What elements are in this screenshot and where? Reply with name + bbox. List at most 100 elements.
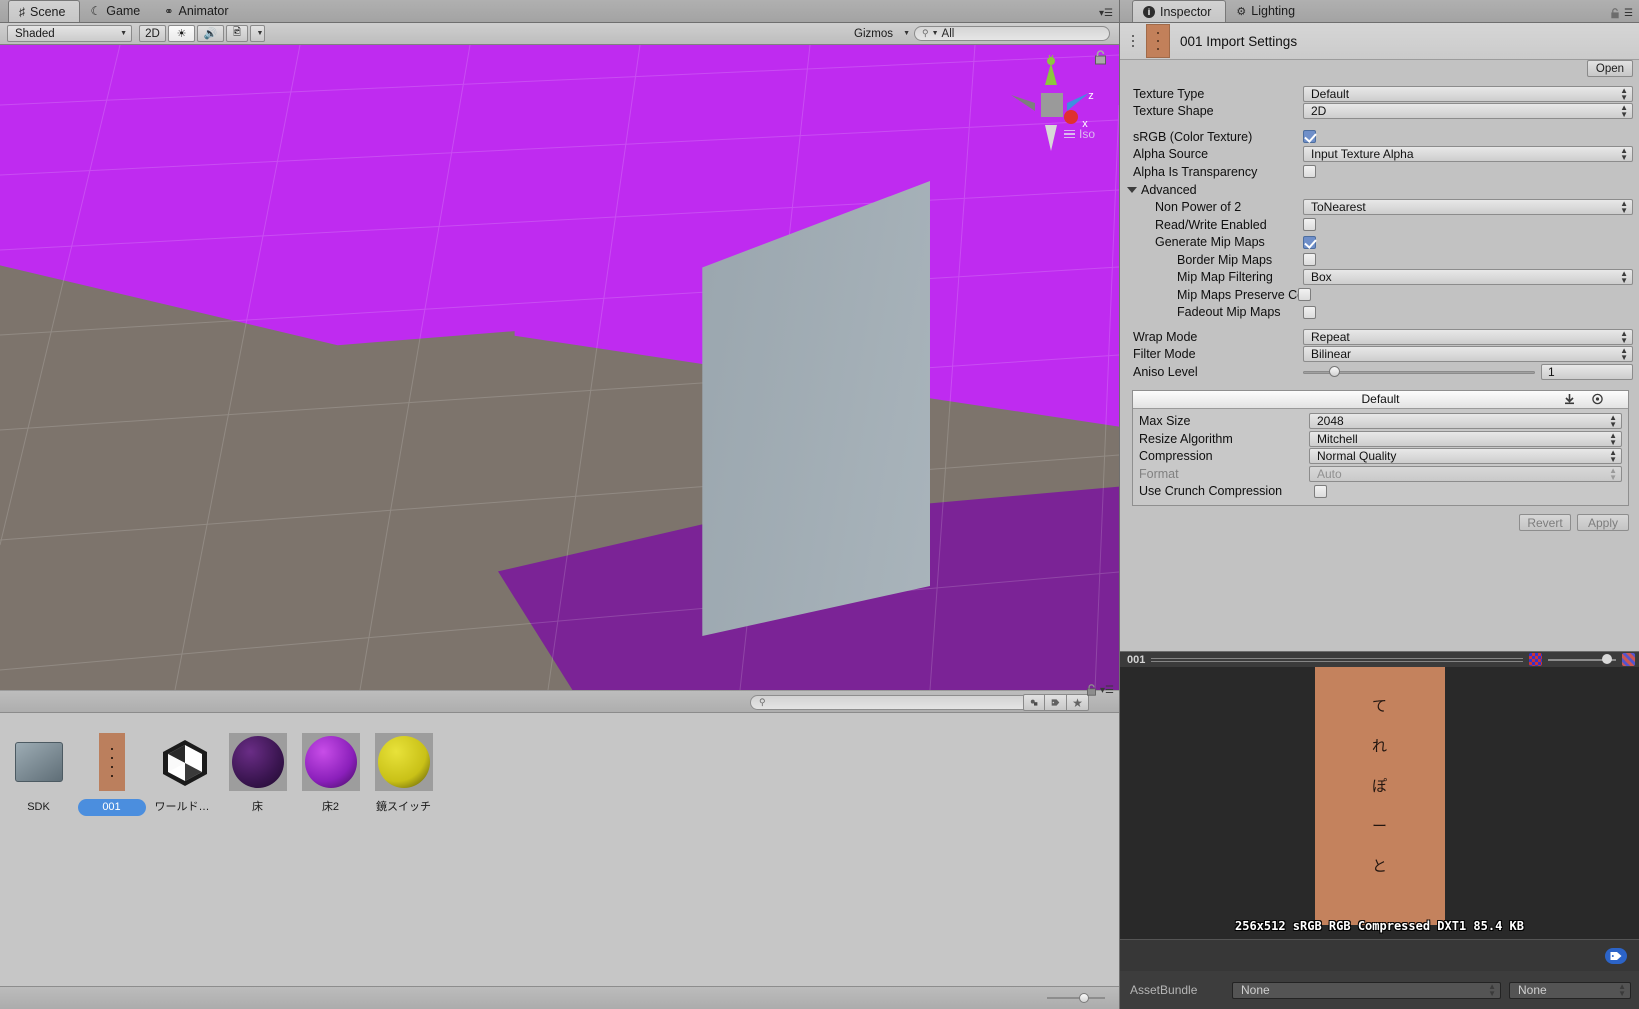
hamburger-menu-icon[interactable]: ▾☰ <box>1100 685 1114 696</box>
property-alpha-source[interactable]: Alpha Source Input Texture Alpha ▲ ▼ <box>1120 146 1639 164</box>
generate-mip-maps-checkbox[interactable] <box>1303 235 1316 249</box>
scene-menu-icon[interactable]: ▾☰ <box>1099 8 1113 19</box>
list-item[interactable]: ワールド作成... <box>148 733 221 816</box>
lock-icon[interactable] <box>1086 684 1097 696</box>
property-generate-mip-maps[interactable]: Generate Mip Maps <box>1120 234 1639 252</box>
tab-lighting[interactable]: ⚙ Lighting <box>1226 0 1309 22</box>
property-compression[interactable]: Compression Normal Quality ▲ ▼ <box>1133 448 1628 466</box>
slider-handle[interactable] <box>1602 653 1612 664</box>
wrap-mode-dropdown[interactable]: Repeat ▲ ▼ <box>1303 328 1633 345</box>
label-filter-icon <box>1051 699 1060 706</box>
property-wrap-mode[interactable]: Wrap Mode Repeat ▲ ▼ <box>1120 328 1639 346</box>
property-texture-type[interactable]: Texture Type Default ▲ ▼ <box>1120 85 1639 103</box>
project-favorite-button[interactable]: ★ <box>1067 694 1089 711</box>
property-max-size[interactable]: Max Size 2048 ▲ ▼ <box>1133 413 1628 431</box>
project-asset-grid[interactable]: SDK 001 ワールド作成 床 床2 鏡スイッチ <box>0 713 1119 986</box>
non-power-of-2-dropdown[interactable]: ToNearest ▲ ▼ <box>1303 199 1633 216</box>
scene-search-input[interactable]: ⚲ ▼ All <box>914 26 1110 41</box>
scene-orientation-gizmo[interactable]: y z x <box>1005 55 1097 160</box>
tab-game[interactable]: ☾ Game <box>80 0 154 22</box>
property-non-power-of-2[interactable]: Non Power of 2 ToNearest ▲ ▼ <box>1120 199 1639 217</box>
property-value: 2D <box>1311 104 1327 119</box>
project-object-filter-button[interactable] <box>1023 694 1045 711</box>
label-icon[interactable] <box>1605 947 1627 964</box>
scene-fx-button[interactable]: 🖻 <box>226 25 248 42</box>
shading-mode-dropdown[interactable]: Shaded ▼ <box>7 25 132 42</box>
assetbundle-name-dropdown[interactable]: None ▲ ▼ <box>1232 981 1501 999</box>
asset-label: SDK <box>27 801 50 813</box>
property-use-crunch-compression[interactable]: Use Crunch Compression <box>1133 483 1628 501</box>
read-write-enabled-checkbox[interactable] <box>1303 218 1316 232</box>
property-mip-map-filtering[interactable]: Mip Map Filtering Box ▲ ▼ <box>1120 269 1639 287</box>
property-border-mip-maps[interactable]: Border Mip Maps <box>1120 251 1639 269</box>
download-icon[interactable] <box>1560 391 1578 407</box>
aniso-value-input[interactable]: 1 <box>1541 363 1633 380</box>
slider-handle[interactable] <box>1079 993 1089 1003</box>
scene-audio-toggle[interactable]: 🔊 <box>197 25 224 42</box>
aniso-slider[interactable] <box>1303 365 1535 379</box>
preview-canvas[interactable]: て れ ぽ ー と 256x512 sRGB RGB Compressed DX… <box>1120 667 1639 939</box>
apply-button[interactable]: Apply <box>1577 514 1629 531</box>
property-alpha-is-transparency[interactable]: Alpha Is Transparency <box>1120 163 1639 181</box>
platform-icon[interactable] <box>1588 391 1606 407</box>
property-texture-shape[interactable]: Texture Shape 2D ▲ ▼ <box>1120 103 1639 121</box>
list-item[interactable]: 鏡スイッチ <box>367 733 440 816</box>
property-aniso-level[interactable]: Aniso Level 1 <box>1120 363 1639 381</box>
texture-type-dropdown[interactable]: Default ▲ ▼ <box>1303 85 1633 102</box>
border-mip-maps-checkbox[interactable] <box>1303 253 1316 267</box>
fadeout-mip-maps-checkbox[interactable] <box>1303 305 1316 319</box>
open-button[interactable]: Open <box>1587 60 1633 77</box>
slider-handle[interactable] <box>1329 365 1340 377</box>
property-mip-maps-preserve-coverage[interactable]: Mip Maps Preserve Cove <box>1120 286 1639 304</box>
gizmos-dropdown[interactable]: Gizmos ▼ <box>854 25 910 42</box>
property-resize-algorithm[interactable]: Resize Algorithm Mitchell ▲ ▼ <box>1133 430 1628 448</box>
project-label-filter-button[interactable] <box>1045 694 1067 711</box>
lock-icon[interactable] <box>1610 8 1620 19</box>
scene-fx-dropdown[interactable]: ▼ <box>250 25 265 42</box>
stepper-icon: ▲ ▼ <box>1620 85 1628 102</box>
resize-algorithm-dropdown[interactable]: Mitchell ▲ ▼ <box>1309 430 1622 447</box>
scene-lighting-toggle[interactable]: ☀ <box>168 25 195 42</box>
srgb-checkbox[interactable] <box>1303 130 1316 144</box>
tab-animator[interactable]: ⚭ Animator <box>154 0 242 22</box>
assetbundle-variant-dropdown[interactable]: None ▲ ▼ <box>1509 981 1631 999</box>
gamepad-icon: ☾ <box>90 4 102 18</box>
mip-maps-preserve-coverage-checkbox[interactable] <box>1298 288 1311 302</box>
mip-map-filtering-dropdown[interactable]: Box ▲ ▼ <box>1303 269 1633 286</box>
revert-button[interactable]: Revert <box>1519 514 1571 531</box>
tab-scene-label: Scene <box>30 4 66 19</box>
alpha-channel-icon[interactable] <box>1622 653 1635 666</box>
inspector-kebab-icon[interactable] <box>1130 35 1136 47</box>
property-label: Generate Mip Maps <box>1155 235 1265 250</box>
scene-projection-label[interactable]: Iso <box>1063 127 1095 141</box>
asset-thumbnail <box>301 733 360 791</box>
platform-tab-default[interactable]: Default <box>1361 392 1399 406</box>
max-size-dropdown[interactable]: 2048 ▲ ▼ <box>1309 413 1622 430</box>
mip-level-slider[interactable] <box>1548 653 1616 666</box>
compression-dropdown[interactable]: Normal Quality ▲ ▼ <box>1309 448 1622 465</box>
rgb-channel-icon[interactable] <box>1529 653 1542 666</box>
tab-scene[interactable]: ♯ Scene <box>8 0 81 22</box>
unity-editor-window: ♯ Scene ☾ Game ⚭ Animator ▾☰ Shaded ▼ 2D <box>0 0 1639 1009</box>
texture-char-4: ー <box>1371 817 1387 835</box>
property-fadeout-mip-maps[interactable]: Fadeout Mip Maps <box>1120 304 1639 322</box>
list-item[interactable]: 床2 <box>294 733 367 816</box>
tab-inspector[interactable]: i Inspector <box>1132 0 1227 22</box>
project-zoom-slider[interactable] <box>1047 992 1105 1004</box>
property-srgb[interactable]: sRGB (Color Texture) <box>1120 128 1639 146</box>
filter-mode-dropdown[interactable]: Bilinear ▲ ▼ <box>1303 346 1633 363</box>
scene-viewport[interactable]: y z x Iso <box>0 45 1119 690</box>
list-item[interactable]: SDK <box>2 733 75 816</box>
use-crunch-compression-checkbox[interactable] <box>1314 484 1327 498</box>
project-search-input[interactable]: ⚲ <box>750 695 1038 710</box>
advanced-foldout[interactable]: Advanced <box>1120 181 1639 199</box>
property-read-write-enabled[interactable]: Read/Write Enabled <box>1120 216 1639 234</box>
texture-shape-dropdown[interactable]: 2D ▲ ▼ <box>1303 103 1633 120</box>
hamburger-menu-icon[interactable]: ☰ <box>1624 8 1633 19</box>
list-item[interactable]: 001 <box>75 733 148 816</box>
alpha-is-transparency-checkbox[interactable] <box>1303 165 1316 179</box>
alpha-source-dropdown[interactable]: Input Texture Alpha ▲ ▼ <box>1303 146 1633 163</box>
toggle-2d-button[interactable]: 2D <box>139 25 166 42</box>
property-filter-mode[interactable]: Filter Mode Bilinear ▲ ▼ <box>1120 346 1639 364</box>
list-item[interactable]: 床 <box>221 733 294 816</box>
